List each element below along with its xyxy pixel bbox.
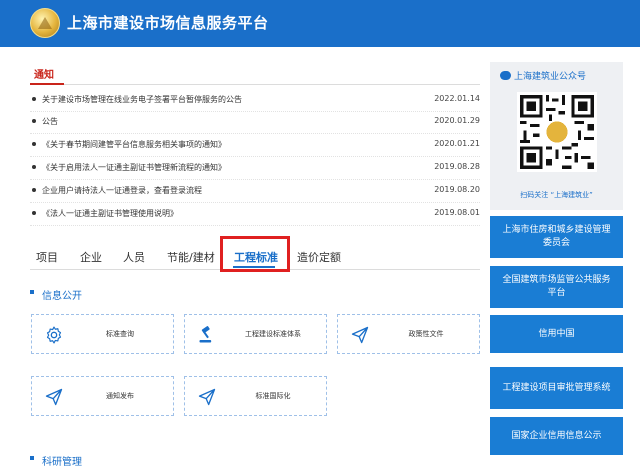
notice-heading-underline — [30, 83, 64, 85]
link-enterprise-credit-publicity[interactable]: 国家企业信用信息公示 — [490, 417, 623, 455]
gavel-icon — [199, 326, 212, 343]
card-notice-publish[interactable]: 通知发布 — [31, 376, 174, 416]
tab-enterprise[interactable]: 企业 — [80, 249, 102, 265]
tab-personnel[interactable]: 人员 — [123, 249, 145, 265]
send-icon — [351, 326, 369, 344]
bullet-icon — [32, 119, 36, 123]
notice-title[interactable]: 《关于春节期间建管平台信息服务相关事项的通知》 — [42, 139, 226, 150]
notice-date: 2022.01.14 — [434, 94, 480, 103]
card-standard-system[interactable]: 工程建设标准体系 — [184, 314, 327, 354]
bullet-icon — [32, 188, 36, 192]
card-standard-query[interactable]: 标准查询 — [31, 314, 174, 354]
section-marker-icon — [30, 290, 34, 294]
link-credit-china[interactable]: 信用中国 — [490, 315, 623, 353]
site-header: 上海市建设市场信息服务平台 — [0, 0, 640, 47]
card-label: 标准国际化 — [255, 392, 291, 400]
bullet-icon — [32, 165, 36, 169]
notice-divider — [30, 84, 480, 85]
site-logo[interactable] — [30, 8, 60, 38]
card-label: 标准查询 — [106, 330, 134, 338]
bullet-icon — [32, 97, 36, 101]
notice-title[interactable]: 《法人一证通主副证书管理使用说明》 — [42, 208, 178, 219]
wechat-panel: 上海建筑业公众号 扫码关注 “上海建筑业” — [490, 62, 623, 210]
send-icon — [45, 388, 63, 406]
site-title[interactable]: 上海市建设市场信息服务平台 — [67, 12, 269, 33]
notice-date: 2020.01.21 — [434, 139, 480, 148]
highlight-annotation-box — [220, 236, 290, 272]
wechat-title: 上海建筑业公众号 — [500, 69, 586, 82]
card-label: 政策性文件 — [408, 330, 444, 338]
section-title: 信息公开 — [42, 291, 82, 302]
bullet-icon — [32, 211, 36, 215]
notice-date: 2019.08.28 — [434, 162, 480, 171]
notice-title[interactable]: 公告 — [42, 116, 58, 127]
notice-item[interactable]: 《法人一证通主副证书管理使用说明》 2019.08.01 — [30, 204, 480, 226]
link-shanghai-housing-committee[interactable]: 上海市住房和城乡建设管理委员会 — [490, 216, 623, 258]
tab-energy-materials[interactable]: 节能/建材 — [167, 249, 215, 265]
send-icon — [198, 388, 216, 406]
notice-title[interactable]: 《关于启用法人一证通主副证书管理新流程的通知》 — [42, 162, 226, 173]
card-label: 工程建设标准体系 — [245, 330, 301, 338]
notice-date: 2020.01.29 — [434, 116, 480, 125]
section-title: 科研管理 — [42, 457, 82, 468]
wechat-icon — [500, 71, 511, 80]
link-national-market-platform[interactable]: 全国建筑市场监管公共服务平台 — [490, 266, 623, 308]
notice-heading: 通知 — [34, 70, 54, 81]
tab-project[interactable]: 项目 — [36, 249, 58, 265]
notice-title[interactable]: 企业用户请持法人一证通登录，查看登录流程 — [42, 185, 202, 196]
notice-date: 2019.08.01 — [434, 208, 480, 217]
notice-item[interactable]: 关于建设市场管理在线业务电子签署平台暂停服务的公告 2022.01.14 — [30, 90, 480, 112]
notice-item[interactable]: 企业用户请持法人一证通登录，查看登录流程 2019.08.20 — [30, 181, 480, 203]
card-label: 通知发布 — [106, 392, 134, 400]
tab-cost-quota[interactable]: 造价定额 — [297, 249, 341, 265]
section-marker-icon — [30, 456, 34, 460]
bullet-icon — [32, 142, 36, 146]
notice-item[interactable]: 《关于春节期间建管平台信息服务相关事项的通知》 2020.01.21 — [30, 135, 480, 157]
gear-icon — [46, 326, 62, 344]
notice-item[interactable]: 《关于启用法人一证通主副证书管理新流程的通知》 2019.08.28 — [30, 158, 480, 180]
notice-item[interactable]: 公告 2020.01.29 — [30, 112, 480, 134]
notice-date: 2019.08.20 — [434, 185, 480, 194]
link-project-approval-system[interactable]: 工程建设项目审批管理系统 — [490, 367, 623, 409]
notice-title[interactable]: 关于建设市场管理在线业务电子签署平台暂停服务的公告 — [42, 94, 242, 105]
qr-code — [517, 92, 597, 172]
card-policy-documents[interactable]: 政策性文件 — [337, 314, 480, 354]
card-standard-internationalization[interactable]: 标准国际化 — [184, 376, 327, 416]
qr-caption: 扫码关注 “上海建筑业” — [520, 191, 593, 199]
